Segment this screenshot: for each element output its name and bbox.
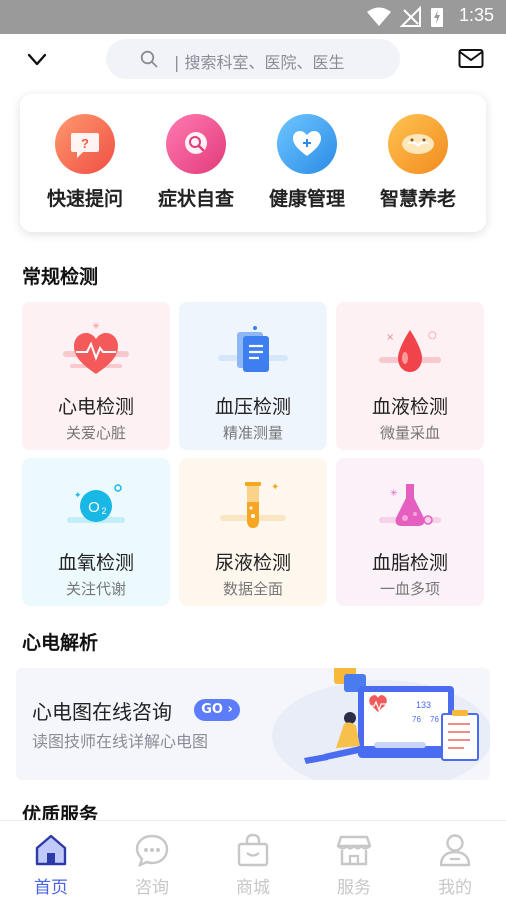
tab-label: 服务 xyxy=(337,878,371,898)
user-icon xyxy=(439,834,471,867)
quick-action-ask[interactable]: ? 快速提问 xyxy=(30,114,140,224)
svg-text:2: 2 xyxy=(101,506,106,516)
doctor-monitor-illustration: 133 76 76 xyxy=(272,668,490,780)
test-name: 心电检测 xyxy=(57,396,134,418)
test-card-ecg[interactable]: ✳ 心电检测 关爱心脏 xyxy=(22,302,170,450)
test-card-lipid[interactable]: ✳ 血脂检测 一血多项 xyxy=(336,458,484,606)
illo-number: 133 xyxy=(416,700,431,710)
home-icon xyxy=(35,834,67,866)
svg-text:✳: ✳ xyxy=(390,489,398,499)
quick-action-elderly[interactable]: 智慧养老 xyxy=(363,114,473,224)
test-card-oxygen[interactable]: O 2 ✦ 血氧检测 关注代谢 xyxy=(22,458,170,606)
tab-mall[interactable]: 商城 xyxy=(223,831,283,898)
section-title-routine: 常规检测 xyxy=(22,266,99,288)
test-sub: 关注代谢 xyxy=(65,580,126,598)
magnifier-bubble-icon xyxy=(185,132,207,154)
test-sub: 精准测量 xyxy=(222,424,283,442)
svg-text:✦: ✦ xyxy=(74,491,82,501)
svg-text:✦: ✦ xyxy=(271,482,279,493)
lipid-flask-icon: ✳ xyxy=(379,484,441,526)
illo-number: 76 xyxy=(430,715,439,724)
test-sub: 关爱心脏 xyxy=(65,424,126,442)
status-bar: 1:35 xyxy=(0,0,506,34)
quick-action-label: 健康管理 xyxy=(268,188,345,210)
test-card-blood[interactable]: ○ × 血液检测 微量采血 xyxy=(336,302,484,450)
shopping-bag-icon xyxy=(237,833,269,867)
ecg-consult-banner[interactable]: 心电图在线咨询 GO › 读图技师在线详解心电图 133 76 76 xyxy=(16,668,490,780)
svg-text:○: ○ xyxy=(428,330,437,341)
svg-text:O: O xyxy=(88,499,100,516)
svg-text:?: ? xyxy=(81,136,89,151)
wifi-icon xyxy=(367,7,391,26)
quick-action-health[interactable]: 健康管理 xyxy=(252,114,362,224)
quick-actions-card: ? 快速提问 症状自查 健康管理 智慧养老 xyxy=(20,94,486,232)
test-name: 血氧检测 xyxy=(57,552,134,574)
question-bubble-icon: ? xyxy=(71,133,99,158)
test-sub: 一血多项 xyxy=(379,580,440,598)
illo-number: 76 xyxy=(412,715,421,724)
tab-consult[interactable]: 咨询 xyxy=(122,831,182,898)
tab-home[interactable]: 首页 xyxy=(21,831,81,898)
search-placeholder: | 搜索科室、医院、医生 xyxy=(174,53,345,72)
bp-document-icon xyxy=(218,326,288,372)
quick-action-label: 症状自查 xyxy=(157,188,234,210)
test-sub: 数据全面 xyxy=(222,580,283,598)
section-title-quality: 优质服务 xyxy=(22,804,99,820)
heart-plus-icon xyxy=(293,131,321,156)
tab-label: 商城 xyxy=(236,878,270,898)
section-title-ecg: 心电解析 xyxy=(22,632,99,654)
top-bar: | 搜索科室、医院、医生 xyxy=(0,34,506,86)
test-tube-icon: ✦ xyxy=(220,482,286,528)
bottom-tab-bar: 首页 咨询 商城 服务 我的 xyxy=(0,820,506,900)
test-name: 血压检测 xyxy=(214,396,291,418)
battery-charging-icon xyxy=(431,8,443,27)
quick-action-label: 智慧养老 xyxy=(379,188,456,210)
test-name: 血脂检测 xyxy=(371,552,448,574)
tab-label: 我的 xyxy=(438,878,472,898)
blood-drop-icon: ○× xyxy=(379,330,441,372)
banner-title: 心电图在线咨询 xyxy=(32,700,172,724)
tab-label: 首页 xyxy=(34,878,68,898)
svg-text:✳: ✳ xyxy=(92,322,100,332)
elder-face-icon xyxy=(402,134,434,154)
oxygen-o2-icon: O 2 ✦ xyxy=(67,484,125,523)
quick-action-label: 快速提问 xyxy=(46,188,123,210)
test-sub: 微量采血 xyxy=(379,424,440,442)
no-signal-icon xyxy=(400,6,421,27)
tab-service[interactable]: 服务 xyxy=(324,831,384,898)
status-time: 1:35 xyxy=(458,5,494,25)
chevron-down-icon[interactable] xyxy=(24,48,50,72)
banner-subtitle: 读图技师在线详解心电图 xyxy=(32,732,209,751)
mail-icon[interactable] xyxy=(458,48,484,70)
tab-label: 咨询 xyxy=(135,878,169,898)
go-button[interactable]: GO › xyxy=(194,699,240,721)
svg-text:×: × xyxy=(386,332,394,343)
chat-icon xyxy=(135,834,169,867)
test-name: 尿液检测 xyxy=(214,552,291,574)
test-card-bp[interactable]: 血压检测 精准测量 xyxy=(179,302,327,450)
test-card-urine[interactable]: ✦ 尿液检测 数据全面 xyxy=(179,458,327,606)
quick-action-symptom[interactable]: 症状自查 xyxy=(141,114,251,224)
test-name: 血液检测 xyxy=(371,396,448,418)
store-icon xyxy=(336,835,372,866)
ecg-heart-icon: ✳ xyxy=(63,322,129,374)
search-icon xyxy=(140,50,158,68)
search-input[interactable]: | 搜索科室、医院、医生 xyxy=(106,39,400,79)
tab-mine[interactable]: 我的 xyxy=(425,831,485,898)
